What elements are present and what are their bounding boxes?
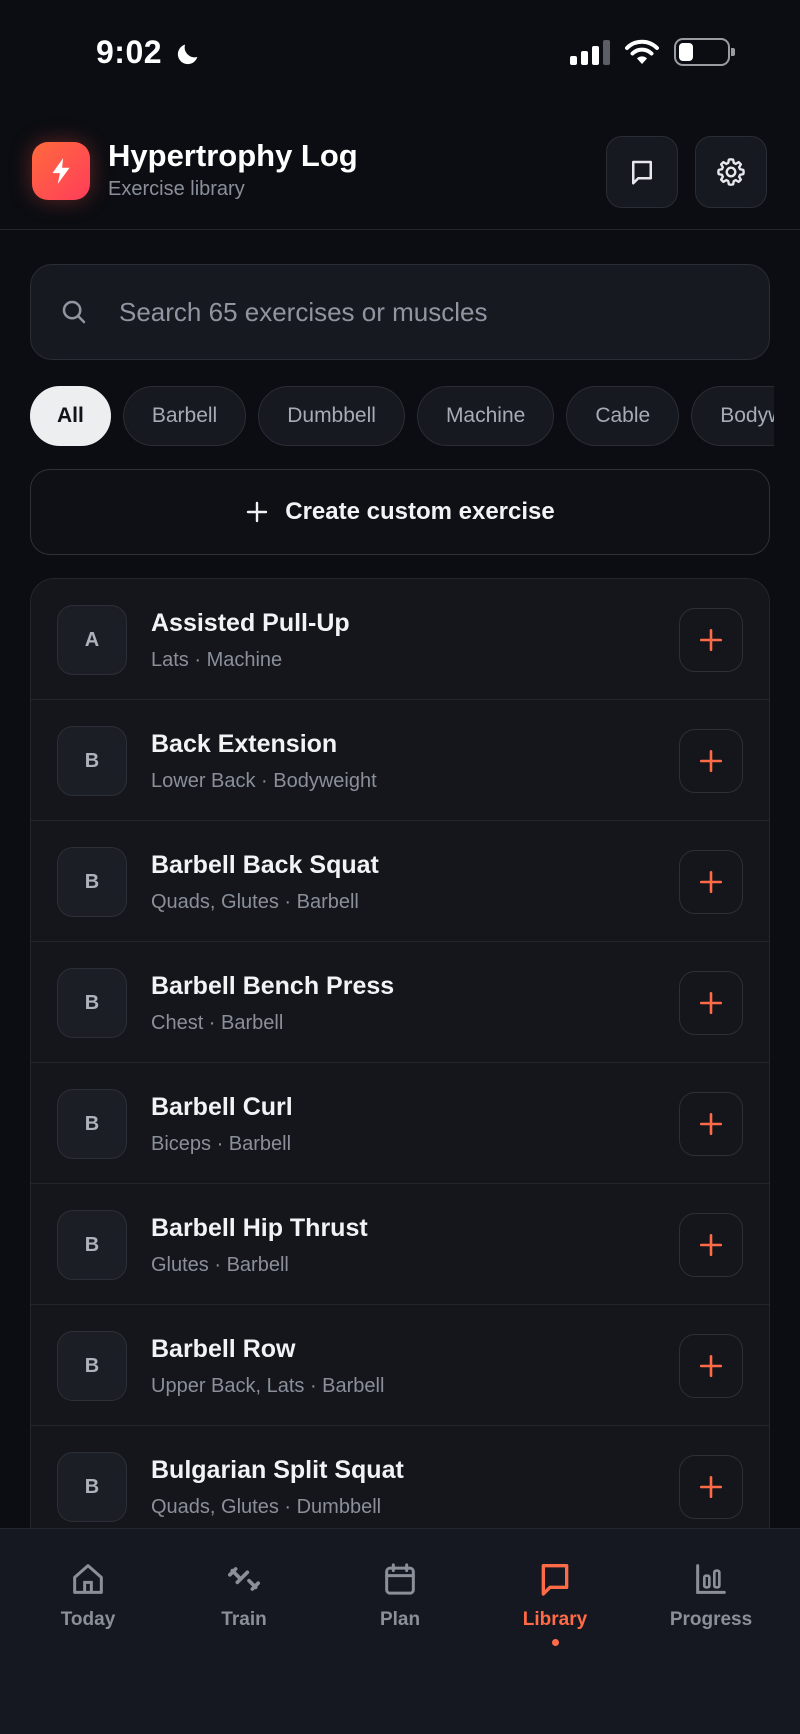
exercise-row[interactable]: B Barbell Hip Thrust Glutes · Barbell bbox=[31, 1184, 769, 1305]
exercise-initial: A bbox=[57, 605, 127, 675]
exercise-list: A Assisted Pull-Up Lats · Machine B Back… bbox=[30, 578, 770, 1578]
search-icon bbox=[62, 300, 86, 324]
search-box[interactable] bbox=[30, 264, 770, 360]
nav-item-today[interactable]: Today bbox=[28, 1559, 148, 1631]
plus-icon bbox=[699, 1475, 723, 1499]
filter-chip-machine[interactable]: Machine bbox=[416, 386, 555, 446]
exercise-initial: B bbox=[57, 1210, 127, 1280]
add-exercise-button[interactable] bbox=[679, 1213, 743, 1277]
exercise-row[interactable]: B Barbell Back Squat Quads, Glutes · Bar… bbox=[31, 821, 769, 942]
exercise-name: Barbell Hip Thrust bbox=[151, 1214, 368, 1242]
plus-icon bbox=[699, 749, 723, 773]
exercise-row[interactable]: B Barbell Curl Biceps · Barbell bbox=[31, 1063, 769, 1184]
filter-chip-all[interactable]: All bbox=[30, 386, 111, 446]
exercise-name: Back Extension bbox=[151, 730, 338, 758]
moon-icon bbox=[177, 44, 198, 65]
app-logo bbox=[32, 142, 90, 200]
add-exercise-button[interactable] bbox=[679, 850, 743, 914]
exercise-meta: Quads, Glutes · Dumbbell bbox=[151, 1496, 382, 1518]
plus-icon bbox=[699, 991, 723, 1015]
filter-chip-bodyweight[interactable]: Bodyweight bbox=[691, 386, 774, 446]
exercise-name: Barbell Curl bbox=[151, 1093, 293, 1121]
app-subtitle: Exercise library bbox=[108, 178, 245, 200]
exercise-name: Bulgarian Split Squat bbox=[151, 1456, 404, 1484]
nav-label: Progress bbox=[669, 1609, 753, 1630]
home-icon bbox=[73, 1564, 103, 1594]
nav-item-library[interactable]: Library bbox=[495, 1559, 615, 1646]
exercise-meta: Biceps · Barbell bbox=[151, 1133, 292, 1155]
gear-icon bbox=[717, 158, 745, 186]
exercise-meta: Lats · Machine bbox=[151, 649, 283, 671]
exercise-initial: B bbox=[57, 1089, 127, 1159]
exercise-initial: B bbox=[57, 726, 127, 796]
bottom-nav: Today Train Plan Library Progress bbox=[0, 1528, 800, 1734]
status-indicators bbox=[570, 38, 735, 66]
status-bar: 9:02 bbox=[0, 0, 800, 108]
lightning-icon bbox=[52, 158, 70, 184]
filter-chip-cable[interactable]: Cable bbox=[566, 386, 680, 446]
bar-chart-icon bbox=[696, 1564, 726, 1594]
exercise-initial: B bbox=[57, 1452, 127, 1522]
nav-item-train[interactable]: Train bbox=[184, 1559, 304, 1631]
app-header: Hypertrophy Log Exercise library bbox=[0, 118, 800, 230]
exercise-name: Barbell Bench Press bbox=[151, 972, 395, 1000]
add-exercise-button[interactable] bbox=[679, 1092, 743, 1156]
exercise-name: Barbell Row bbox=[151, 1335, 296, 1363]
exercise-meta: Upper Back, Lats · Barbell bbox=[151, 1375, 385, 1397]
exercise-meta: Quads, Glutes · Barbell bbox=[151, 891, 359, 913]
exercise-row[interactable]: B Barbell Bench Press Chest · Barbell bbox=[31, 942, 769, 1063]
exercise-meta: Glutes · Barbell bbox=[151, 1254, 289, 1276]
plus-icon bbox=[699, 1233, 723, 1257]
battery-icon bbox=[674, 38, 735, 66]
app-title: Hypertrophy Log bbox=[108, 138, 358, 173]
message-square-icon bbox=[632, 160, 652, 185]
plus-icon bbox=[699, 1112, 723, 1136]
exercise-row[interactable]: B Barbell Row Upper Back, Lats · Barbell bbox=[31, 1305, 769, 1426]
add-exercise-button[interactable] bbox=[679, 1455, 743, 1519]
nav-item-plan[interactable]: Plan bbox=[340, 1559, 460, 1631]
search-input[interactable] bbox=[119, 296, 719, 328]
exercise-initial: B bbox=[57, 1331, 127, 1401]
wifi-icon bbox=[625, 39, 659, 64]
notes-button[interactable] bbox=[606, 136, 678, 208]
filter-chips: All Barbell Dumbbell Machine Cable Bodyw… bbox=[30, 386, 774, 446]
create-custom-exercise-label: Create custom exercise bbox=[285, 498, 555, 525]
calendar-icon bbox=[385, 1563, 415, 1595]
filter-chip-dumbbell[interactable]: Dumbbell bbox=[258, 386, 405, 446]
nav-label: Train bbox=[221, 1609, 267, 1630]
add-exercise-button[interactable] bbox=[679, 971, 743, 1035]
exercise-name: Assisted Pull-Up bbox=[151, 609, 350, 637]
status-time: 9:02 bbox=[96, 34, 163, 70]
exercise-meta: Lower Back · Bodyweight bbox=[151, 770, 377, 792]
plus-icon bbox=[699, 628, 723, 652]
active-indicator-dot bbox=[551, 1639, 559, 1646]
book-icon bbox=[541, 1564, 569, 1596]
plus-icon bbox=[247, 501, 268, 523]
nav-label: Library bbox=[522, 1609, 588, 1630]
plus-icon bbox=[699, 1354, 723, 1378]
exercise-name: Barbell Back Squat bbox=[151, 851, 379, 879]
exercise-initial: B bbox=[57, 847, 127, 917]
dumbbell-icon bbox=[228, 1567, 260, 1591]
nav-item-progress[interactable]: Progress bbox=[651, 1559, 771, 1631]
exercise-initial: B bbox=[57, 968, 127, 1038]
add-exercise-button[interactable] bbox=[679, 608, 743, 672]
settings-button[interactable] bbox=[695, 136, 767, 208]
plus-icon bbox=[699, 870, 723, 894]
exercise-row[interactable]: B Back Extension Lower Back · Bodyweight bbox=[31, 700, 769, 821]
add-exercise-button[interactable] bbox=[679, 729, 743, 793]
nav-label: Plan bbox=[379, 1609, 421, 1630]
nav-label: Today bbox=[60, 1609, 116, 1630]
cellular-signal-icon bbox=[570, 39, 610, 65]
filter-chip-barbell[interactable]: Barbell bbox=[122, 386, 247, 446]
add-exercise-button[interactable] bbox=[679, 1334, 743, 1398]
create-custom-exercise-button[interactable]: Create custom exercise bbox=[30, 469, 770, 555]
exercise-row[interactable]: A Assisted Pull-Up Lats · Machine bbox=[31, 579, 769, 700]
exercise-meta: Chest · Barbell bbox=[151, 1012, 284, 1034]
